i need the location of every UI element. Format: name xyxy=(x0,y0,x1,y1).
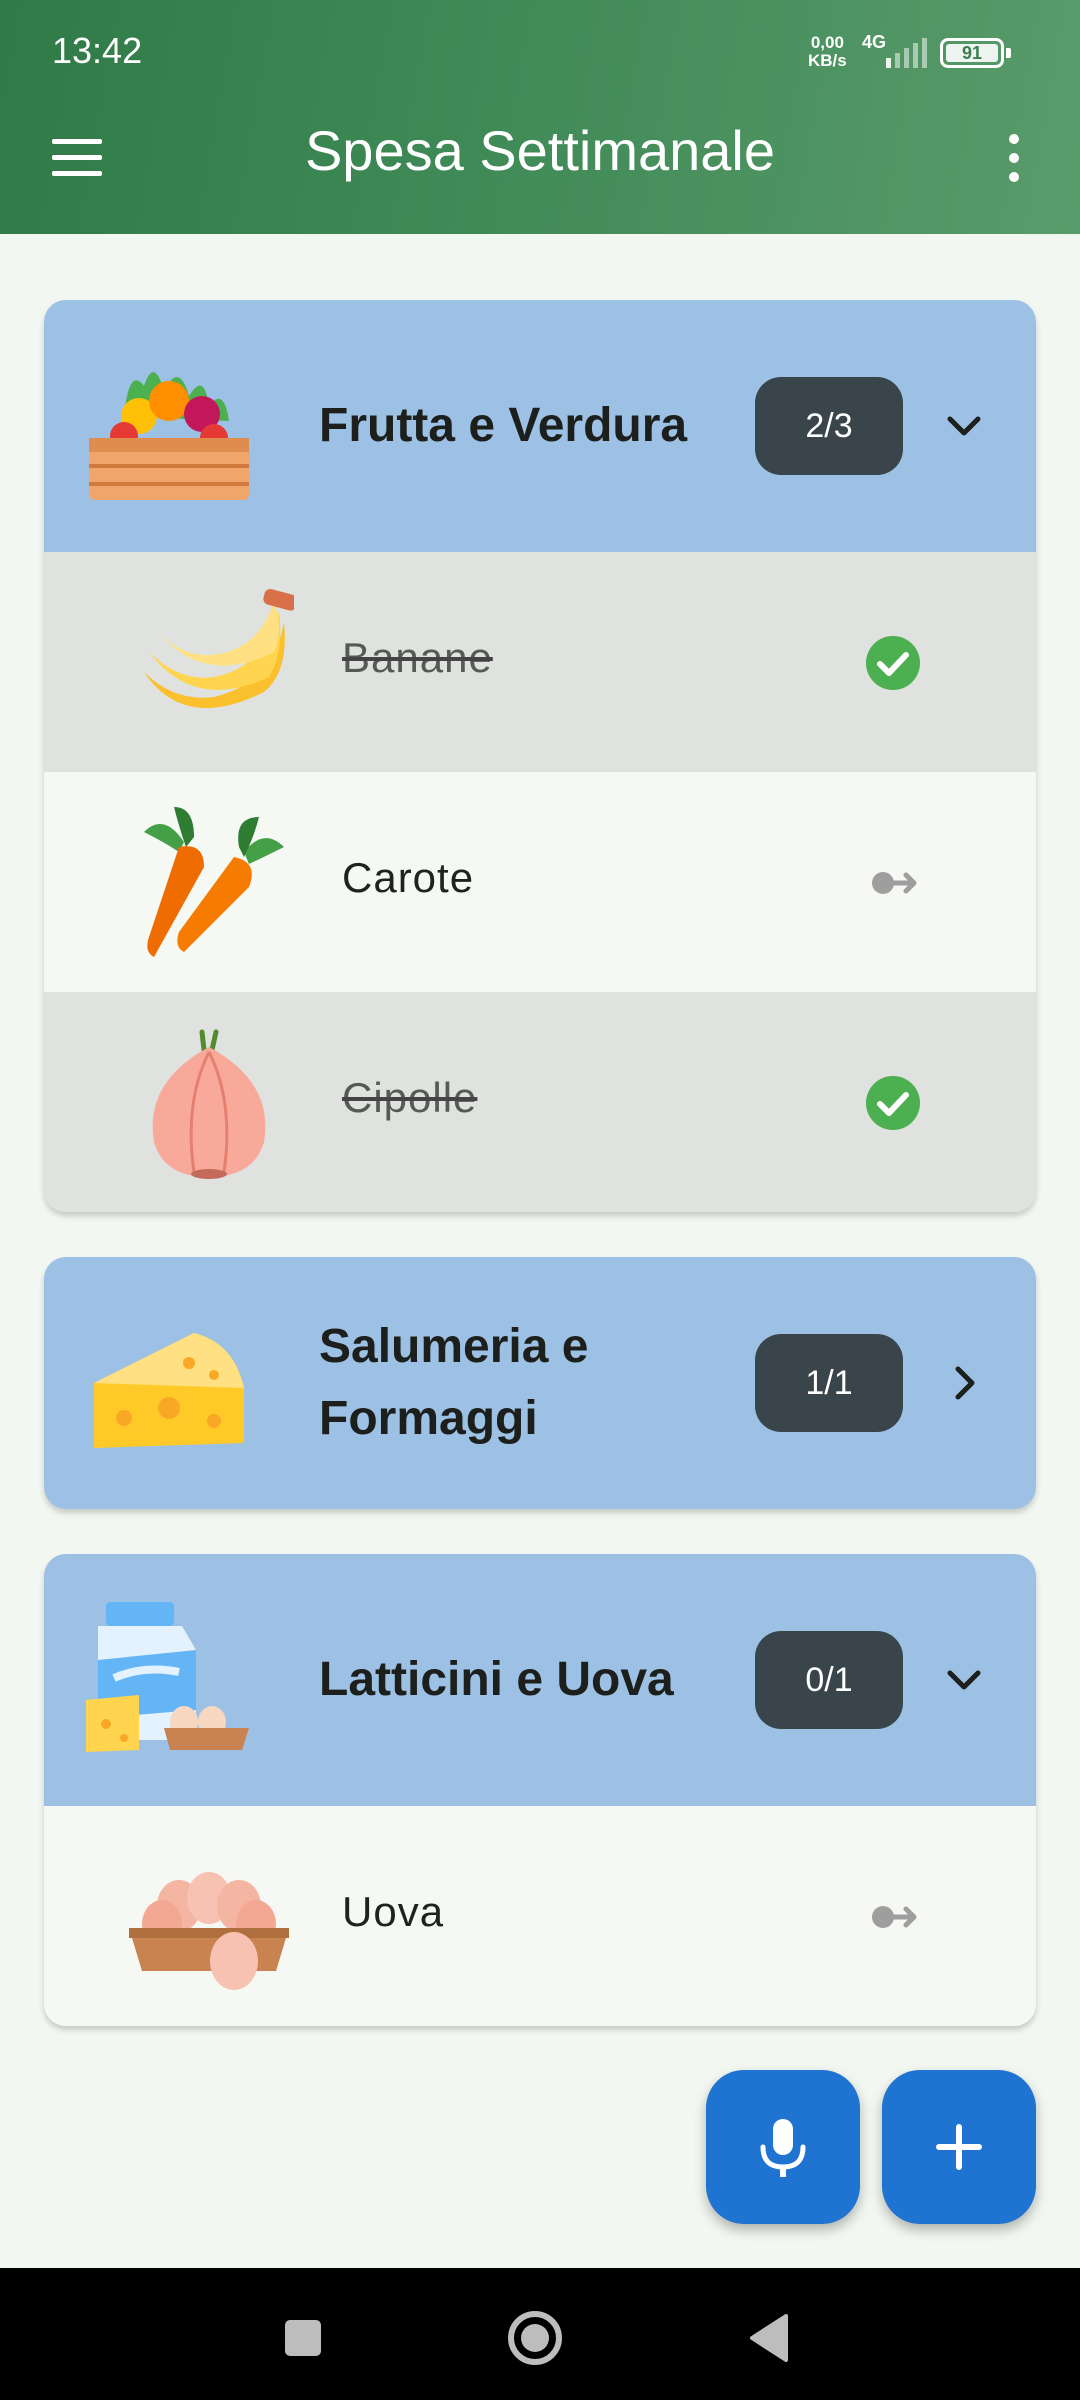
list-item[interactable]: Banane xyxy=(44,552,1036,772)
home-icon[interactable] xyxy=(505,2308,565,2368)
back-icon[interactable] xyxy=(740,2308,800,2368)
microphone-icon xyxy=(760,2119,806,2177)
network-speed-value: 0,00 xyxy=(810,33,844,52)
category-header[interactable]: Latticini e Uova 0/1 xyxy=(44,1554,1036,1806)
chevron-down-icon[interactable] xyxy=(936,398,992,454)
category-header[interactable]: Frutta e Verdura 2/3 xyxy=(44,300,1036,552)
chevron-down-icon[interactable] xyxy=(936,1652,992,1708)
category-header[interactable]: Salumeria e Formaggi 1/1 xyxy=(44,1257,1036,1509)
page-title: Spesa Settimanale xyxy=(304,119,776,182)
category-name-line2: Formaggi xyxy=(319,1392,538,1445)
check-circle-icon[interactable] xyxy=(864,634,922,692)
status-bar: 13:42 0,00 KB/s 4G 91 xyxy=(0,0,1080,100)
category-name: Frutta e Verdura xyxy=(319,399,688,452)
network-type: 4G xyxy=(862,32,887,52)
category-name: Latticini e Uova xyxy=(319,1653,674,1706)
list-item[interactable]: Cipolle xyxy=(44,992,1036,1212)
app-bar: 13:42 0,00 KB/s 4G 91 Spesa Settimanale xyxy=(0,0,1080,234)
carrot-icon xyxy=(144,807,284,957)
network-speed-unit: KB/s xyxy=(808,51,847,70)
move-item-icon[interactable] xyxy=(864,854,922,912)
move-item-icon[interactable] xyxy=(864,1888,922,1946)
category-card-frutta-verdura: Frutta e Verdura 2/3 Banane Carote Cipol… xyxy=(44,300,1036,1212)
network-speed: 0,00 KB/s xyxy=(808,34,847,70)
count-badge: 2/3 xyxy=(755,377,903,475)
system-navigation-bar xyxy=(0,2268,1080,2400)
plus-icon xyxy=(936,2124,982,2170)
battery-icon: 91 xyxy=(940,38,1011,68)
item-name: Cipolle xyxy=(342,1074,478,1121)
signal-icon xyxy=(886,38,927,68)
more-vert-icon[interactable] xyxy=(990,128,1038,188)
banana-icon xyxy=(144,588,294,708)
category-card-latticini-uova: Latticini e Uova 0/1 Uova xyxy=(44,1554,1036,2026)
add-item-button[interactable] xyxy=(882,2070,1036,2224)
voice-input-button[interactable] xyxy=(706,2070,860,2224)
cheese-icon xyxy=(94,1333,244,1448)
check-circle-icon[interactable] xyxy=(864,1074,922,1132)
recent-apps-icon[interactable] xyxy=(273,2308,333,2368)
category-name-line1: Salumeria e xyxy=(319,1320,589,1373)
onion-icon xyxy=(152,1029,266,1179)
count-badge: 0/1 xyxy=(755,1631,903,1729)
item-name: Carote xyxy=(342,854,475,901)
battery-level: 91 xyxy=(946,44,998,62)
list-item[interactable]: Carote xyxy=(44,772,1036,992)
item-name: Uova xyxy=(342,1888,445,1935)
egg-carton-icon xyxy=(129,1872,289,1990)
vegetable-crate-icon xyxy=(89,372,249,500)
item-name: Banane xyxy=(342,634,493,681)
count-badge: 1/1 xyxy=(755,1334,903,1432)
list-item[interactable]: Uova xyxy=(44,1806,1036,2026)
status-time: 13:42 xyxy=(52,30,143,71)
chevron-right-icon[interactable] xyxy=(936,1355,992,1411)
milk-and-eggs-icon xyxy=(86,1602,249,1752)
category-card-salumeria-formaggi: Salumeria e Formaggi 1/1 xyxy=(44,1257,1036,1509)
